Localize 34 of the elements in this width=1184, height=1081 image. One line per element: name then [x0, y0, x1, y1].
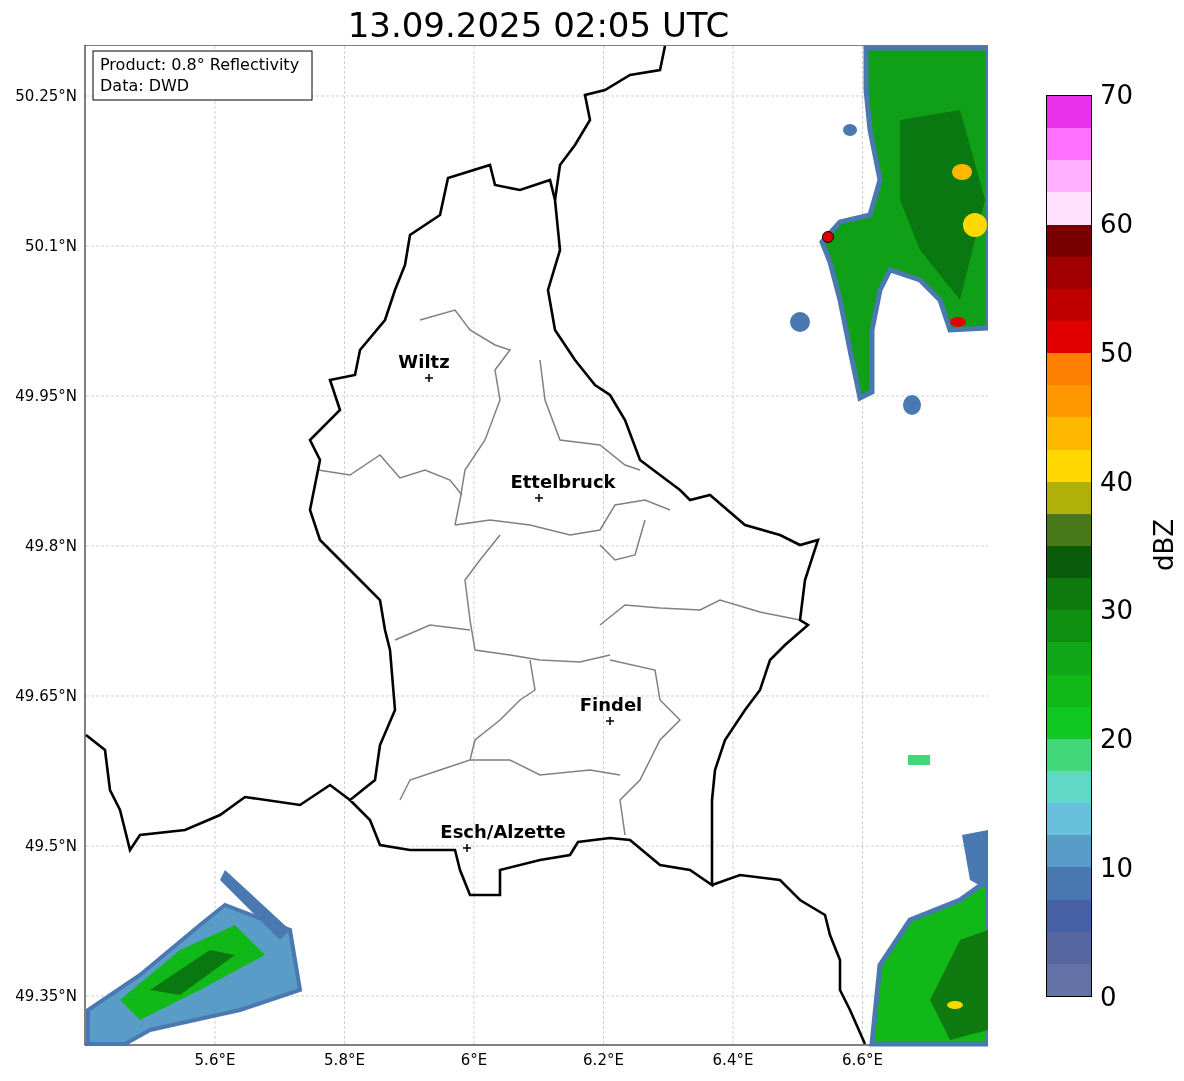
latitude-label: 49.8°N: [24, 537, 77, 555]
colorbar-tick-label: 70: [1100, 80, 1135, 110]
radar-site-marker: [822, 231, 834, 243]
longitude-label: 6.2°E: [583, 1051, 624, 1069]
info-text: Data: DWD: [100, 76, 190, 95]
city-marker-icon: [462, 843, 472, 853]
colorbar-tick-label: 30: [1100, 595, 1135, 626]
latitude-label: 49.95°N: [15, 387, 77, 405]
colorbar-tick-label: 40: [1100, 466, 1135, 497]
latitude-label: 50.25°N: [15, 87, 77, 105]
colorbar-tick-label: 50: [1100, 337, 1135, 368]
city-marker-icon: [424, 373, 434, 383]
colorbar-tick-label: 20: [1100, 724, 1135, 755]
colorbar-tick-label: 0: [1100, 981, 1118, 1012]
city-marker-icon: [534, 493, 544, 503]
latitude-label: 50.1°N: [24, 237, 77, 255]
chart-title: 13.09.2025 02:05 UTC: [346, 4, 731, 45]
longitude-label: 5.6°E: [194, 1051, 236, 1069]
latitude-label: 49.65°N: [15, 687, 77, 705]
colorbar-tick-label: 60: [1100, 208, 1135, 239]
colorbar-label: dBZ: [1149, 518, 1179, 572]
info-text: Product: 0.8° Reflectivity: [100, 55, 300, 74]
longitude-label: 6°E: [460, 1051, 488, 1069]
city-marker-icon: [605, 716, 615, 726]
city-label: Wiltz: [398, 351, 450, 372]
city-label: Esch/Alzette: [440, 821, 566, 842]
latitude-label: 49.5°N: [24, 837, 77, 855]
longitude-label: 5.8°E: [324, 1051, 365, 1069]
latitude-label: 49.35°N: [15, 987, 77, 1005]
city-label: Ettelbruck: [510, 471, 616, 492]
longitude-label: 6.4°E: [712, 1051, 754, 1069]
longitude-label: 6.6°E: [842, 1051, 883, 1069]
city-label: Findel: [579, 694, 643, 715]
colorbar-tick-label: 10: [1100, 853, 1135, 884]
